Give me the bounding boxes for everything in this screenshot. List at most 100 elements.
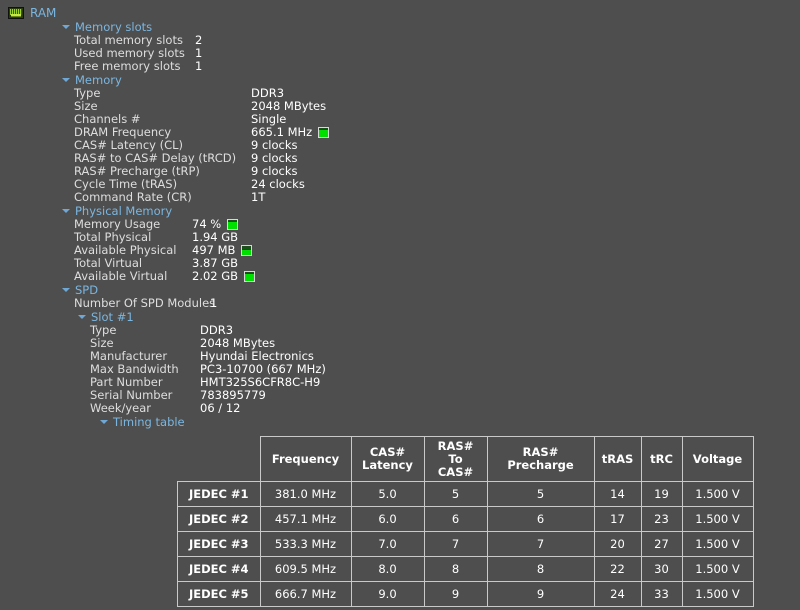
table-row: JEDEC #2 457.1 MHz 6.0 6 6 17 23 1.500 V [178, 507, 754, 532]
tree-node-spd[interactable]: SPD [62, 283, 800, 297]
cell-frequency: 666.7 MHz [260, 582, 351, 607]
list-item: Free memory slots 1 [74, 60, 800, 73]
column-header-voltage: Voltage [682, 437, 753, 482]
table-row: JEDEC #5 666.7 MHz 9.0 9 9 24 33 1.500 V [178, 582, 754, 607]
tree-node-timing-table[interactable]: Timing table [100, 415, 800, 429]
cell-cas-latency: 6.0 [351, 507, 424, 532]
cell-trc: 33 [641, 582, 682, 607]
list-item: Serial Number 783895779 [90, 389, 800, 402]
cell-voltage: 1.500 V [682, 507, 753, 532]
field-key: Command Rate (CR) [74, 191, 251, 204]
cell-ras-precharge: 5 [487, 482, 594, 507]
tree-node-memory-slots[interactable]: Memory slots [62, 20, 800, 34]
section-label-timing-table: Timing table [113, 415, 185, 429]
chevron-down-icon[interactable] [62, 288, 70, 292]
cell-voltage: 1.500 V [682, 482, 753, 507]
column-header-trc: tRC [641, 437, 682, 482]
column-header-ras-precharge: RAS# Precharge [487, 437, 594, 482]
field-value: 1T [251, 191, 265, 204]
status-led-icon [227, 219, 238, 230]
timing-table: Frequency CAS# Latency RAS# To CAS# RAS#… [177, 436, 754, 607]
list-item: Type DDR3 [74, 87, 800, 100]
field-key: Type [74, 87, 251, 100]
row-label: JEDEC #2 [178, 507, 261, 532]
list-item: Total Virtual 3.87 GB [74, 257, 800, 270]
group-memory-slots: Total memory slots 2 Used memory slots 1… [0, 34, 800, 73]
list-item: Memory Usage 74 % [74, 218, 800, 231]
row-label: JEDEC #4 [178, 557, 261, 582]
row-label: JEDEC #5 [178, 582, 261, 607]
tree-node-slot-1[interactable]: Slot #1 [78, 310, 800, 324]
cell-frequency: 609.5 MHz [260, 557, 351, 582]
list-item: Total Physical 1.94 GB [74, 231, 800, 244]
column-header-ras-to-cas: RAS# To CAS# [424, 437, 487, 482]
chevron-down-icon[interactable] [62, 25, 70, 29]
table-row: JEDEC #3 533.3 MHz 7.0 7 7 20 27 1.500 V [178, 532, 754, 557]
list-item: Number Of SPD Modules 1 [74, 297, 800, 310]
list-item: Size 2048 MBytes [74, 100, 800, 113]
row-label: JEDEC #3 [178, 532, 261, 557]
cell-trc: 30 [641, 557, 682, 582]
cell-ras-precharge: 9 [487, 582, 594, 607]
tree-node-ram[interactable]: RAM [0, 6, 800, 20]
group-spd: Number Of SPD Modules 1 [0, 297, 800, 310]
cell-ras-to-cas: 7 [424, 532, 487, 557]
row-label: JEDEC #1 [178, 482, 261, 507]
section-label-memory-slots: Memory slots [75, 20, 152, 34]
memory-module-icon [8, 7, 24, 19]
cell-ras-to-cas: 9 [424, 582, 487, 607]
cell-ras-to-cas: 8 [424, 557, 487, 582]
cell-frequency: 533.3 MHz [260, 532, 351, 557]
chevron-down-icon[interactable] [62, 209, 70, 213]
group-memory: Type DDR3 Size 2048 MBytes Channels # Si… [0, 87, 800, 204]
cell-trc: 23 [641, 507, 682, 532]
cell-tras: 24 [594, 582, 641, 607]
header-line: CAS# [370, 445, 405, 459]
cell-ras-to-cas: 6 [424, 507, 487, 532]
field-key: Free memory slots [74, 60, 195, 73]
table-row: JEDEC #1 381.0 MHz 5.0 5 5 14 19 1.500 V [178, 482, 754, 507]
list-item: Max Bandwidth PC3-10700 (667 MHz) [90, 363, 800, 376]
field-value: 1 [195, 60, 202, 73]
list-item: Part Number HMT325S6CFR8C-H9 [90, 376, 800, 389]
list-item: Size 2048 MBytes [90, 337, 800, 350]
section-label-spd: SPD [75, 283, 98, 297]
cell-cas-latency: 5.0 [351, 482, 424, 507]
group-physical-memory: Memory Usage 74 % Total Physical 1.94 GB… [0, 218, 800, 283]
field-value: 2.02 GB [192, 270, 238, 283]
cell-tras: 14 [594, 482, 641, 507]
table-body: JEDEC #1 381.0 MHz 5.0 5 5 14 19 1.500 V… [178, 482, 754, 607]
cell-ras-to-cas: 5 [424, 482, 487, 507]
list-item: Week/year 06 / 12 [90, 402, 800, 415]
status-led-icon [244, 271, 255, 282]
header-line: CAS# [438, 465, 473, 479]
table-row: JEDEC #4 609.5 MHz 8.0 8 8 22 30 1.500 V [178, 557, 754, 582]
column-header-cas-latency: CAS# Latency [351, 437, 424, 482]
ram-info-panel: RAM Memory slots Total memory slots 2 Us… [0, 6, 800, 610]
cell-cas-latency: 7.0 [351, 532, 424, 557]
list-item: Channels # Single [74, 113, 800, 126]
chevron-down-icon[interactable] [100, 420, 108, 424]
cell-ras-precharge: 8 [487, 557, 594, 582]
cell-ras-precharge: 7 [487, 532, 594, 557]
header-line: RAS# [523, 445, 559, 459]
tree-node-physical-memory[interactable]: Physical Memory [62, 204, 800, 218]
list-item: Command Rate (CR) 1T [74, 191, 800, 204]
list-item: Manufacturer Hyundai Electronics [90, 350, 800, 363]
header-line: Precharge [507, 458, 573, 472]
header-line: To [448, 452, 462, 466]
list-item: Used memory slots 1 [74, 47, 800, 60]
group-slot-1: Type DDR3 Size 2048 MBytes Manufacturer … [0, 324, 800, 415]
column-header-frequency: Frequency [260, 437, 351, 482]
column-header-tras: tRAS [594, 437, 641, 482]
chevron-down-icon[interactable] [78, 315, 86, 319]
list-item: Type DDR3 [90, 324, 800, 337]
field-value: 1 [210, 297, 217, 310]
section-label-physical-memory: Physical Memory [75, 204, 172, 218]
list-item: Available Virtual 2.02 GB [74, 270, 800, 283]
cell-voltage: 1.500 V [682, 532, 753, 557]
cell-tras: 20 [594, 532, 641, 557]
section-label-memory: Memory [75, 73, 122, 87]
tree-node-memory[interactable]: Memory [62, 73, 800, 87]
chevron-down-icon[interactable] [62, 78, 70, 82]
